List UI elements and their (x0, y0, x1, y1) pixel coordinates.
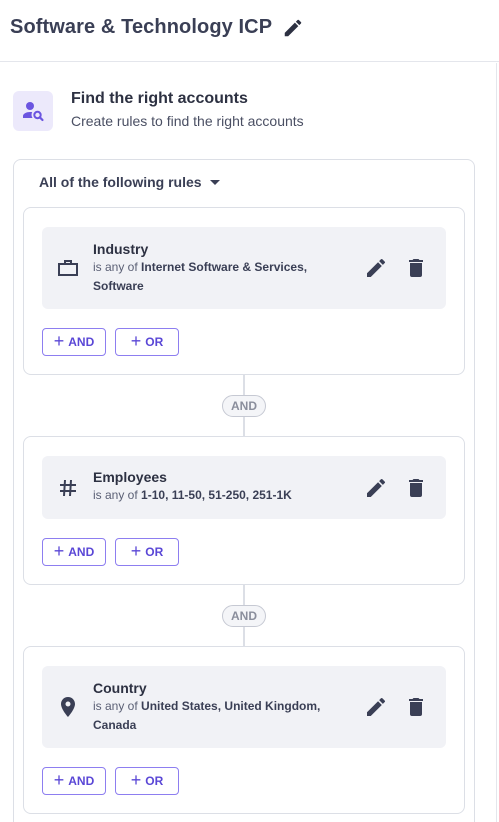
plus-icon: + (53, 770, 65, 790)
delete-rule-icon[interactable] (404, 476, 428, 500)
and-connector-badge: AND (222, 395, 266, 417)
panel-divider (496, 63, 497, 822)
rule-description: is any of Internet Software & Services, … (93, 258, 329, 296)
rule-name: Country (93, 680, 147, 696)
location-pin-icon (61, 697, 75, 717)
briefcase-icon (58, 260, 78, 276)
rule-name: Industry (93, 241, 149, 257)
rule-name: Employees (93, 469, 167, 485)
add-or-button[interactable]: + OR (115, 328, 179, 356)
add-or-button[interactable]: + OR (115, 538, 179, 566)
section-title: Find the right accounts (71, 90, 248, 107)
delete-rule-icon[interactable] (404, 256, 428, 280)
rule-card-country: Country is any of United States, United … (23, 646, 465, 814)
page-header: Software & Technology ICP (0, 0, 499, 62)
rule-operator: is any of (93, 488, 138, 502)
add-or-label: OR (145, 335, 164, 349)
add-and-label: AND (68, 335, 95, 349)
rules-mode-label: All of the following rules (39, 174, 202, 190)
rule-description: is any of 1-10, 11-50, 51-250, 251-1K (93, 486, 353, 505)
caret-down-icon (209, 179, 220, 185)
edit-rule-icon[interactable] (364, 256, 388, 280)
delete-rule-icon[interactable] (404, 695, 428, 719)
add-or-button[interactable]: + OR (115, 767, 179, 795)
page-title: Software & Technology ICP (10, 16, 273, 38)
plus-icon: + (130, 331, 142, 351)
rule-operator: is any of (93, 260, 138, 274)
add-and-button[interactable]: + AND (42, 767, 106, 795)
plus-icon: + (53, 541, 65, 561)
rules-mode-dropdown[interactable]: All of the following rules (39, 172, 220, 192)
add-and-label: AND (68, 545, 95, 559)
plus-icon: + (53, 331, 65, 351)
add-or-label: OR (145, 774, 164, 788)
and-connector-badge: AND (222, 605, 266, 627)
edit-rule-icon[interactable] (364, 695, 388, 719)
plus-icon: + (130, 541, 142, 561)
add-or-label: OR (145, 545, 164, 559)
add-and-label: AND (68, 774, 95, 788)
add-and-button[interactable]: + AND (42, 328, 106, 356)
pencil-icon[interactable] (282, 17, 304, 39)
rule-condition: Industry is any of Internet Software & S… (42, 227, 446, 309)
rule-description: is any of United States, United Kingdom,… (93, 697, 339, 735)
section-subtitle: Create rules to find the right accounts (71, 113, 304, 129)
user-search-icon (23, 102, 44, 122)
add-and-button[interactable]: + AND (42, 538, 106, 566)
rule-values: 1-10, 11-50, 51-250, 251-1K (141, 488, 292, 502)
rule-card-industry: Industry is any of Internet Software & S… (23, 207, 465, 375)
rule-condition: Employees is any of 1-10, 11-50, 51-250,… (42, 456, 446, 519)
rule-operator: is any of (93, 699, 138, 713)
plus-icon: + (130, 770, 142, 790)
rule-condition: Country is any of United States, United … (42, 666, 446, 748)
hash-icon (60, 479, 76, 497)
rule-card-employees: Employees is any of 1-10, 11-50, 51-250,… (23, 436, 465, 585)
find-accounts-icon-box (13, 91, 53, 131)
edit-rule-icon[interactable] (364, 476, 388, 500)
